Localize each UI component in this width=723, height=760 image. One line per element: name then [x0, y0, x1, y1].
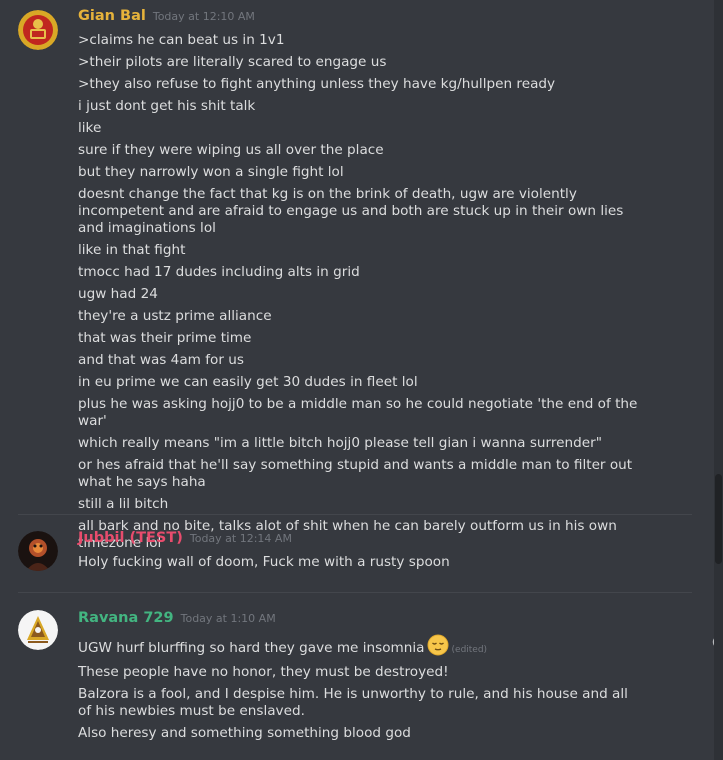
- timestamp: Today at 1:10 AM: [180, 612, 276, 625]
- message-body: >claims he can beat us in 1v1 >their pil…: [78, 32, 723, 552]
- message-line: Also heresy and something something bloo…: [78, 725, 411, 741]
- message-line: like: [78, 120, 102, 136]
- message-body: UGW hurf blurffing so hard they gave me …: [78, 634, 723, 742]
- message-line: in eu prime we can easily get 30 dudes i…: [78, 374, 418, 390]
- message-line: >their pilots are literally scared to en…: [78, 54, 387, 70]
- message-line: like in that fight: [78, 242, 186, 258]
- message-group-ravana: Ravana 729 Today at 1:10 AM UGW hurf blu…: [0, 610, 723, 747]
- message-header: Gian Bal Today at 12:10 AM: [78, 8, 723, 30]
- edited-label: (edited): [451, 645, 488, 655]
- message-group-gian: Gian Bal Today at 12:10 AM >claims he ca…: [0, 8, 723, 557]
- message-header: Ravana 729 Today at 1:10 AM: [78, 610, 723, 632]
- avatar-gian[interactable]: [18, 10, 58, 50]
- message-header: Jubbil (TEST) Today at 12:14 AM: [78, 530, 723, 552]
- message-line: >claims he can beat us in 1v1: [78, 32, 285, 48]
- message-divider: [18, 514, 692, 515]
- message-line: sure if they were wiping us all over the…: [78, 142, 384, 158]
- message-line: but they narrowly won a single fight lol: [78, 164, 344, 180]
- message-line: they're a ustz prime alliance: [78, 308, 272, 324]
- relieved-face-icon: [427, 634, 449, 661]
- message-line: or hes afraid that he'll say something s…: [78, 457, 633, 490]
- message-line: Balzora is a fool, and I despise him. He…: [78, 686, 628, 719]
- message-line: that was their prime time: [78, 330, 252, 346]
- scrollbar-thumb[interactable]: [715, 474, 722, 564]
- message-line: tmocc had 17 dudes including alts in gri…: [78, 264, 360, 280]
- message-text: UGW hurf blurffing so hard they gave me …: [78, 640, 425, 656]
- timestamp: Today at 12:10 AM: [152, 10, 255, 23]
- avatar-ravana[interactable]: [18, 610, 58, 650]
- username-ravana[interactable]: Ravana 729: [78, 610, 174, 626]
- message-line: Holy fucking wall of doom, Fuck me with …: [78, 554, 450, 570]
- message-line: >they also refuse to fight anything unle…: [78, 76, 556, 92]
- message-line: doesnt change the fact that kg is on the…: [78, 186, 624, 236]
- message-body: Holy fucking wall of doom, Fuck me with …: [78, 554, 723, 571]
- message-line: still a lil bitch: [78, 496, 169, 512]
- chat-messages: Gian Bal Today at 12:10 AM >claims he ca…: [0, 0, 723, 760]
- message-line: UGW hurf blurffing so hard they gave me …: [78, 634, 644, 661]
- username-jubbil[interactable]: Jubbil (TEST): [78, 530, 183, 546]
- message-group-jubbil: Jubbil (TEST) Today at 12:14 AM Holy fuc…: [0, 530, 723, 576]
- username-gian[interactable]: Gian Bal: [78, 8, 146, 24]
- message-line: These people have no honor, they must be…: [78, 664, 449, 680]
- message-line: ugw had 24: [78, 286, 158, 302]
- message-line: plus he was asking hojj0 to be a middle …: [78, 396, 638, 429]
- message-divider: [18, 592, 692, 593]
- message-line: which really means "im a little bitch ho…: [78, 435, 602, 451]
- avatar-jubbil[interactable]: [18, 531, 58, 571]
- message-line: i just dont get his shit talk: [78, 98, 256, 114]
- scrollbar-track[interactable]: [714, 0, 723, 760]
- timestamp: Today at 12:14 AM: [189, 532, 292, 545]
- message-line: and that was 4am for us: [78, 352, 244, 368]
